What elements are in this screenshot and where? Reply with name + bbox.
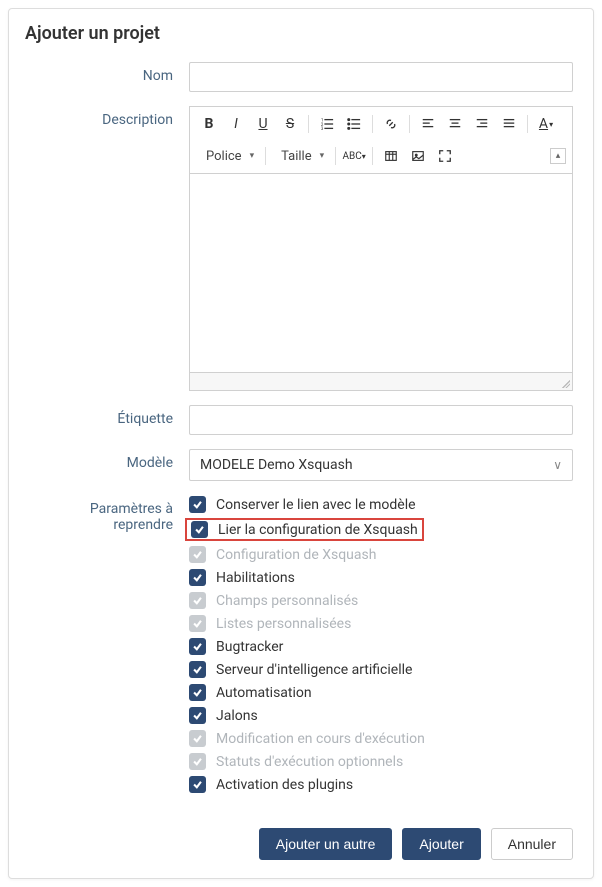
checkbox-label: Champs personnalisés — [216, 593, 358, 609]
checkbox-item[interactable]: Lier la configuration de Xsquash — [185, 518, 424, 541]
separator — [372, 147, 373, 165]
fullscreen-icon[interactable] — [432, 143, 458, 169]
modele-label: Modèle — [29, 449, 189, 471]
checkbox-label: Bugtracker — [216, 639, 283, 655]
checkbox-item[interactable]: Bugtracker — [189, 637, 573, 656]
font-size-dropdown[interactable]: Taille▾ — [271, 143, 330, 169]
separator — [335, 147, 336, 165]
dialog-title: Ajouter un projet — [9, 9, 593, 54]
description-editor[interactable] — [189, 173, 573, 373]
dialog-footer: Ajouter un autre Ajouter Annuler — [9, 828, 593, 878]
underline-icon[interactable]: U — [250, 111, 276, 137]
editor-resize-handle[interactable] — [189, 373, 573, 391]
checkbox-icon[interactable] — [189, 661, 206, 678]
checkbox-label: Modification en cours d'exécution — [216, 731, 425, 747]
checkbox-item: Configuration de Xsquash — [189, 545, 573, 564]
checkbox-label: Configuration de Xsquash — [216, 547, 376, 563]
bold-icon[interactable]: B — [196, 111, 222, 137]
checkbox-icon — [189, 615, 206, 632]
svg-text:3: 3 — [321, 127, 324, 131]
checkbox-item: Modification en cours d'exécution — [189, 729, 573, 748]
checkbox-icon[interactable] — [189, 684, 206, 701]
parametres-list: Conserver le lien avec le modèle Lier la … — [189, 495, 573, 794]
toolbar-collapse-icon[interactable]: ▴ — [550, 148, 566, 164]
separator — [265, 147, 266, 165]
table-icon[interactable] — [378, 143, 404, 169]
checkbox-label: Conserver le lien avec le modèle — [216, 497, 416, 513]
parametres-label: Paramètres à reprendre — [29, 495, 189, 533]
separator — [409, 115, 410, 133]
checkbox-label: Lier la configuration de Xsquash — [218, 522, 418, 538]
checkbox-label: Automatisation — [216, 685, 312, 701]
align-left-icon[interactable] — [415, 111, 441, 137]
checkbox-item[interactable]: Activation des plugins — [189, 775, 573, 794]
checkbox-item[interactable]: Habilitations — [189, 568, 573, 587]
name-label: Nom — [29, 62, 189, 84]
checkbox-item: Statuts d'exécution optionnels — [189, 752, 573, 771]
checkbox-item[interactable]: Conserver le lien avec le modèle — [189, 495, 573, 514]
spellcheck-icon[interactable]: ABC▾ — [341, 143, 367, 169]
checkbox-icon[interactable] — [191, 521, 208, 538]
ordered-list-icon[interactable]: 123 — [314, 111, 340, 137]
separator — [308, 115, 309, 133]
checkbox-icon[interactable] — [189, 776, 206, 793]
dialog-body: Nom Description B I U S 123 — [9, 54, 593, 828]
link-icon[interactable] — [378, 111, 404, 137]
add-project-dialog: Ajouter un projet Nom Description B I U … — [8, 8, 594, 879]
checkbox-item[interactable]: Jalons — [189, 706, 573, 725]
chevron-down-icon: ∨ — [553, 458, 562, 472]
checkbox-label: Activation des plugins — [216, 777, 353, 793]
image-icon[interactable] — [405, 143, 431, 169]
name-input[interactable] — [189, 62, 573, 92]
checkbox-item: Listes personnalisées — [189, 614, 573, 633]
checkbox-label: Serveur d'intelligence artificielle — [216, 662, 412, 678]
checkbox-label: Jalons — [216, 708, 258, 724]
text-color-icon[interactable]: A▾ — [533, 111, 559, 137]
checkbox-icon — [189, 546, 206, 563]
checkbox-item[interactable]: Serveur d'intelligence artificielle — [189, 660, 573, 679]
checkbox-icon[interactable] — [189, 707, 206, 724]
checkbox-label: Habilitations — [216, 570, 295, 586]
etiquette-label: Étiquette — [29, 405, 189, 427]
checkbox-label: Statuts d'exécution optionnels — [216, 754, 403, 770]
checkbox-icon — [189, 592, 206, 609]
unordered-list-icon[interactable] — [341, 111, 367, 137]
modele-value: MODELE Demo Xsquash — [200, 457, 353, 473]
checkbox-icon[interactable] — [189, 569, 206, 586]
checkbox-label: Listes personnalisées — [216, 616, 351, 632]
checkbox-icon[interactable] — [189, 496, 206, 513]
editor-toolbar: B I U S 123 — [189, 106, 573, 173]
checkbox-icon — [189, 730, 206, 747]
align-center-icon[interactable] — [442, 111, 468, 137]
checkbox-item: Champs personnalisés — [189, 591, 573, 610]
separator — [527, 115, 528, 133]
align-justify-icon[interactable] — [496, 111, 522, 137]
font-family-dropdown[interactable]: Police▾ — [196, 143, 260, 169]
align-right-icon[interactable] — [469, 111, 495, 137]
separator — [372, 115, 373, 133]
checkbox-icon — [189, 753, 206, 770]
strike-icon[interactable]: S — [277, 111, 303, 137]
italic-icon[interactable]: I — [223, 111, 249, 137]
checkbox-item[interactable]: Automatisation — [189, 683, 573, 702]
description-label: Description — [29, 106, 189, 128]
checkbox-icon[interactable] — [189, 638, 206, 655]
modele-select[interactable]: MODELE Demo Xsquash ∨ — [189, 449, 573, 481]
etiquette-input[interactable] — [189, 405, 573, 435]
